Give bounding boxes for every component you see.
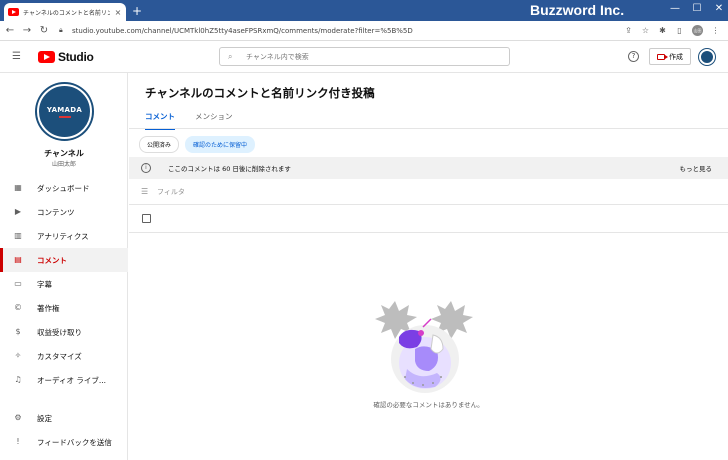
search-icon: ⌕	[228, 51, 233, 61]
forward-arrow-icon[interactable]: →	[20, 25, 34, 36]
account-avatar[interactable]	[699, 49, 715, 65]
feedback-icon: !	[16, 437, 20, 446]
sidebar-item-monetization[interactable]: $ 収益受け取り	[0, 320, 128, 344]
youtube-logo-icon	[38, 50, 55, 63]
notice-text: ここのコメントは 60 日後に削除されます	[168, 165, 291, 173]
browser-tab-title: チャンネルのコメントと名前リンク付き...	[23, 9, 110, 17]
sidebar-item-feedback[interactable]: ! フィードバックを送信	[0, 430, 128, 454]
sidebar-nav: ▦ ダッシュボード ▶ コンテンツ ▥ アナリティクス ▤ コメント ▭ 字幕 …	[0, 176, 128, 392]
browser-toolbar-icons: ⇪ ☆ ✱ ▯ 山田 ⋮	[624, 25, 720, 36]
browser-tab-bar: チャンネルのコメントと名前リンク付き... × + Buzzword Inc. …	[0, 0, 728, 21]
sidebar-item-label: カスタマイズ	[37, 351, 82, 361]
sidebar-item-label: 著作権	[37, 303, 60, 313]
maximize-button[interactable]: ☐	[692, 3, 702, 14]
learn-more-link[interactable]: もっと見る	[680, 163, 713, 173]
copyright-icon: ©	[14, 303, 22, 312]
sidebar-item-analytics[interactable]: ▥ アナリティクス	[0, 224, 128, 248]
sidebar-item-label: コメント	[37, 255, 67, 265]
sidebar-item-label: オーディオ ライブ...	[37, 375, 107, 385]
sidebar-item-copyright[interactable]: © 著作権	[0, 296, 128, 320]
empty-state-illustration	[375, 301, 473, 393]
customize-icon: ✧	[14, 351, 22, 360]
channel-avatar-text: YAMADA	[46, 105, 83, 114]
window-controls: — ☐ ✕	[670, 3, 724, 14]
filter-chips: 公開済み 確認のために保留中	[139, 136, 256, 153]
search-input[interactable]	[246, 52, 509, 61]
channel-avatar[interactable]: YAMADA	[37, 84, 92, 139]
sidebar-item-label: ダッシュボード	[37, 183, 90, 193]
deletion-notice: i ここのコメントは 60 日後に削除されます もっと見る	[129, 157, 728, 179]
sidebar: YAMADA チャンネル 山田太郎 ▦ ダッシュボード ▶ コンテンツ ▥ アナ…	[0, 73, 128, 460]
new-tab-button[interactable]: +	[130, 3, 144, 19]
studio-logo[interactable]: Studio	[38, 50, 94, 64]
create-button-label: 作成	[669, 52, 683, 61]
lock-icon[interactable]: 🔒︎	[59, 26, 69, 35]
audio-library-icon: ♫	[14, 375, 22, 384]
create-button[interactable]: 作成	[649, 48, 691, 65]
channel-avatar-accent	[58, 115, 71, 118]
sidebar-item-label: アナリティクス	[37, 231, 89, 241]
sidebar-item-subtitles[interactable]: ▭ 字幕	[0, 272, 128, 296]
sidebar-item-settings[interactable]: ⚙ 設定	[0, 406, 128, 430]
search-box[interactable]: ⌕	[219, 47, 510, 66]
comments-icon: ▤	[14, 255, 22, 264]
page-title: チャンネルのコメントと名前リンク付き投稿	[145, 86, 375, 100]
sidebar-item-label: コンテンツ	[37, 207, 75, 217]
analytics-icon: ▥	[14, 231, 22, 240]
empty-state-message: 確認の必要なコメントはありません。	[373, 401, 484, 409]
youtube-favicon-icon	[8, 8, 19, 16]
settings-icon: ⚙	[14, 413, 22, 422]
back-arrow-icon[interactable]: ←	[3, 25, 17, 36]
hamburger-menu-icon[interactable]: ☰	[12, 51, 22, 62]
help-icon[interactable]: ?	[628, 51, 639, 62]
select-all-row	[129, 205, 728, 233]
studio-logo-text: Studio	[58, 49, 94, 64]
browser-menu-icon[interactable]: ⋮	[711, 26, 720, 35]
empty-state-illustration-art	[375, 301, 473, 393]
filter-placeholder[interactable]: フィルタ	[157, 187, 185, 197]
minimize-button[interactable]: —	[670, 3, 680, 14]
channel-owner-name: 山田太郎	[51, 161, 76, 168]
browser-profile-avatar[interactable]: 山田	[692, 25, 703, 36]
create-video-icon	[657, 53, 668, 60]
window-title: Buzzword Inc.	[530, 2, 625, 18]
sidebar-item-label: フィードバックを送信	[37, 437, 112, 447]
dashboard-icon: ▦	[14, 183, 22, 192]
share-icon[interactable]: ⇪	[624, 26, 633, 35]
sidebar-item-audio-library[interactable]: ♫ オーディオ ライブ...	[0, 368, 128, 392]
close-window-button[interactable]: ✕	[714, 3, 724, 14]
sidebar-item-content[interactable]: ▶ コンテンツ	[0, 200, 128, 224]
filter-icon: ☰	[141, 187, 149, 196]
chip-published[interactable]: 公開済み	[139, 136, 180, 153]
filter-bar[interactable]: ☰ フィルタ	[129, 179, 728, 205]
sidebar-item-customize[interactable]: ✧ カスタマイズ	[0, 344, 128, 368]
chip-held-for-review[interactable]: 確認のために保留中	[185, 136, 256, 153]
channel-label: チャンネル	[44, 149, 84, 158]
tabs-divider	[129, 128, 728, 129]
sidebar-item-dashboard[interactable]: ▦ ダッシュボード	[0, 176, 128, 200]
sidebar-bottom-nav: ⚙ 設定 ! フィードバックを送信	[0, 406, 128, 454]
select-all-checkbox[interactable]	[142, 214, 151, 223]
content-icon: ▶	[14, 207, 22, 216]
tab-close-icon[interactable]: ×	[114, 8, 122, 17]
reload-icon[interactable]: ↻	[37, 25, 51, 36]
info-icon: i	[141, 163, 151, 173]
monetization-icon: $	[15, 327, 21, 336]
extensions-icon[interactable]: ✱	[658, 26, 667, 35]
sidebar-item-label: 字幕	[37, 279, 52, 289]
url-field[interactable]: studio.youtube.com/channel/UCMTkl0hZ5tty…	[72, 27, 624, 35]
bookmark-star-icon[interactable]: ☆	[641, 26, 650, 35]
subtitles-icon: ▭	[14, 279, 22, 288]
main-content: チャンネルのコメントと名前リンク付き投稿 コメント メンション 公開済み 確認の…	[129, 73, 728, 460]
studio-header: ☰ Studio ⌕ ? 作成	[0, 41, 728, 73]
sidepanel-icon[interactable]: ▯	[675, 26, 684, 35]
sidebar-item-label: 設定	[37, 413, 52, 423]
browser-tab[interactable]: チャンネルのコメントと名前リンク付き... ×	[4, 3, 126, 21]
address-bar: ← → ↻ 🔒︎ studio.youtube.com/channel/UCMT…	[0, 21, 728, 41]
sidebar-item-comments[interactable]: ▤ コメント	[0, 248, 128, 272]
sidebar-item-label: 収益受け取り	[37, 327, 82, 337]
